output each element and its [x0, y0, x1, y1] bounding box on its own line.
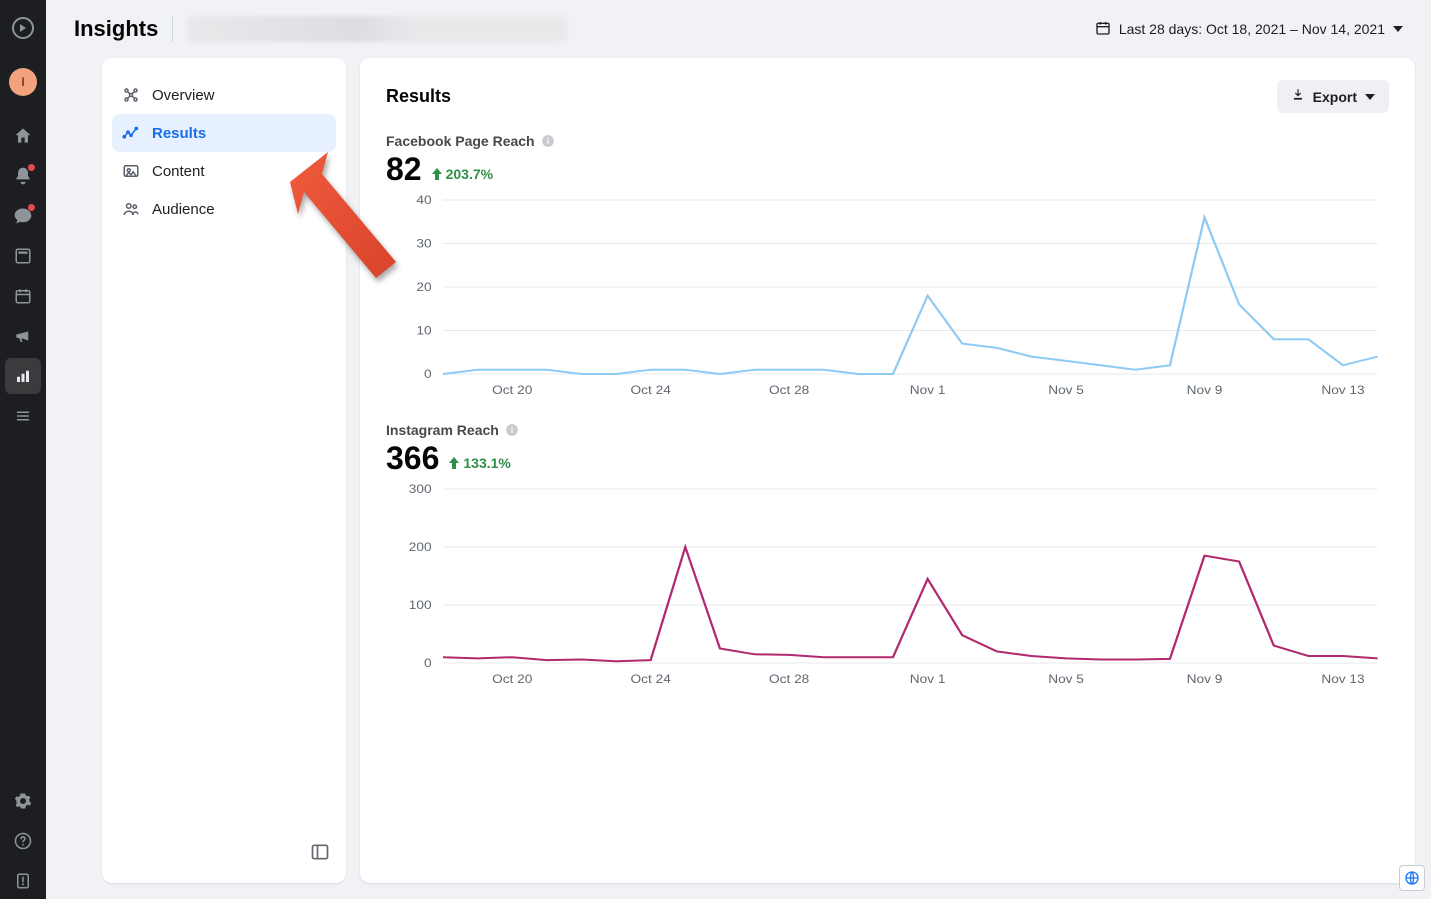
calendar-icon	[14, 287, 32, 305]
suite-logo[interactable]	[5, 10, 41, 46]
metric-instagram-reach: Instagram Reach 366 133.1% 0 100 200 300 Oct…	[386, 422, 1389, 691]
date-range-label: Last 28 days: Oct 18, 2021 – Nov 14, 202…	[1119, 21, 1385, 37]
svg-text:0: 0	[424, 656, 432, 670]
svg-text:Nov 1: Nov 1	[910, 383, 946, 397]
svg-text:Nov 13: Nov 13	[1321, 383, 1364, 397]
svg-text:Oct 28: Oct 28	[769, 672, 809, 686]
svg-text:30: 30	[416, 236, 431, 250]
nav-audience[interactable]: Audience	[112, 190, 336, 228]
insights-subnav: Overview Results Content Audience	[102, 58, 346, 883]
date-range-picker[interactable]: Last 28 days: Oct 18, 2021 – Nov 14, 202…	[1095, 20, 1403, 39]
results-panel: Results Export Facebook Page Reach	[360, 58, 1415, 883]
svg-text:Nov 9: Nov 9	[1187, 383, 1223, 397]
notification-dot	[28, 164, 35, 171]
rail-ads[interactable]	[5, 318, 41, 354]
svg-text:Nov 5: Nov 5	[1048, 383, 1084, 397]
rail-posts[interactable]	[5, 238, 41, 274]
svg-text:Oct 24: Oct 24	[631, 383, 671, 397]
svg-text:0: 0	[424, 367, 432, 381]
avatar-initial: I	[21, 75, 24, 89]
page-title: Insights	[74, 16, 158, 42]
svg-text:Nov 13: Nov 13	[1321, 672, 1364, 686]
svg-text:Oct 20: Oct 20	[492, 383, 532, 397]
metric-delta: 203.7%	[432, 166, 493, 182]
notification-dot	[28, 204, 35, 211]
svg-text:10: 10	[416, 323, 431, 337]
metric-facebook-reach: Facebook Page Reach 82 203.7% 0 10 20 30 40 O…	[386, 133, 1389, 402]
report-icon	[14, 872, 32, 890]
nav-overview[interactable]: Overview	[112, 76, 336, 114]
metric-title: Facebook Page Reach	[386, 133, 535, 149]
svg-text:100: 100	[409, 598, 432, 612]
rail-help[interactable]	[5, 823, 41, 859]
svg-text:40: 40	[416, 193, 431, 207]
posts-icon	[14, 247, 32, 265]
topbar: Insights Last 28 days: Oct 18, 2021 – No…	[46, 0, 1431, 58]
rail-report[interactable]	[5, 863, 41, 899]
export-label: Export	[1313, 89, 1357, 105]
svg-text:200: 200	[409, 540, 432, 554]
info-icon[interactable]	[505, 423, 519, 437]
account-avatar[interactable]: I	[9, 68, 37, 96]
nav-label: Results	[152, 125, 206, 142]
rail-calendar[interactable]	[5, 278, 41, 314]
nav-results[interactable]: Results	[112, 114, 336, 152]
metric-delta: 133.1%	[449, 455, 510, 471]
home-icon	[13, 126, 33, 146]
chart-instagram-reach: 0 100 200 300 Oct 20 Oct 24 Oct 28 Nov 1 Nov 5 No…	[386, 481, 1389, 691]
svg-text:Oct 28: Oct 28	[769, 383, 809, 397]
rail-settings[interactable]	[5, 783, 41, 819]
export-button[interactable]: Export	[1277, 80, 1389, 113]
nav-label: Overview	[152, 87, 215, 104]
rail-notifications[interactable]	[5, 158, 41, 194]
nav-label: Content	[152, 163, 205, 180]
metric-value: 366	[386, 440, 439, 477]
help-icon	[14, 832, 32, 850]
nav-content[interactable]: Content	[112, 152, 336, 190]
arrow-up-icon	[432, 168, 442, 180]
megaphone-icon	[14, 327, 32, 345]
locale-globe[interactable]	[1399, 865, 1425, 891]
arrow-up-icon	[449, 457, 459, 469]
chart-facebook-reach: 0 10 20 30 40 Oct 20 Oct 24 Oct 28 Nov 1 Nov 5 Nov…	[386, 192, 1389, 402]
global-nav-rail: I	[0, 0, 46, 899]
gear-icon	[14, 792, 32, 810]
metric-value: 82	[386, 151, 422, 188]
rail-insights[interactable]	[5, 358, 41, 394]
svg-text:Nov 5: Nov 5	[1048, 672, 1084, 686]
svg-text:20: 20	[416, 280, 431, 294]
calendar-icon	[1095, 20, 1111, 39]
divider	[172, 16, 173, 42]
svg-text:300: 300	[409, 482, 432, 496]
bar-chart-icon	[14, 367, 32, 385]
account-selector[interactable]	[187, 16, 567, 42]
menu-icon	[14, 407, 32, 425]
collapse-sidebar[interactable]	[310, 842, 330, 867]
chevron-down-icon	[1393, 26, 1403, 32]
info-icon[interactable]	[541, 134, 555, 148]
panel-heading: Results	[386, 86, 451, 107]
metric-title: Instagram Reach	[386, 422, 499, 438]
rail-more[interactable]	[5, 398, 41, 434]
svg-text:Nov 9: Nov 9	[1187, 672, 1223, 686]
svg-text:Oct 24: Oct 24	[631, 672, 671, 686]
rail-home[interactable]	[5, 118, 41, 154]
svg-text:Nov 1: Nov 1	[910, 672, 946, 686]
rail-inbox[interactable]	[5, 198, 41, 234]
chevron-down-icon	[1365, 94, 1375, 100]
svg-text:Oct 20: Oct 20	[492, 672, 532, 686]
nav-label: Audience	[152, 201, 215, 218]
download-icon	[1291, 88, 1305, 105]
